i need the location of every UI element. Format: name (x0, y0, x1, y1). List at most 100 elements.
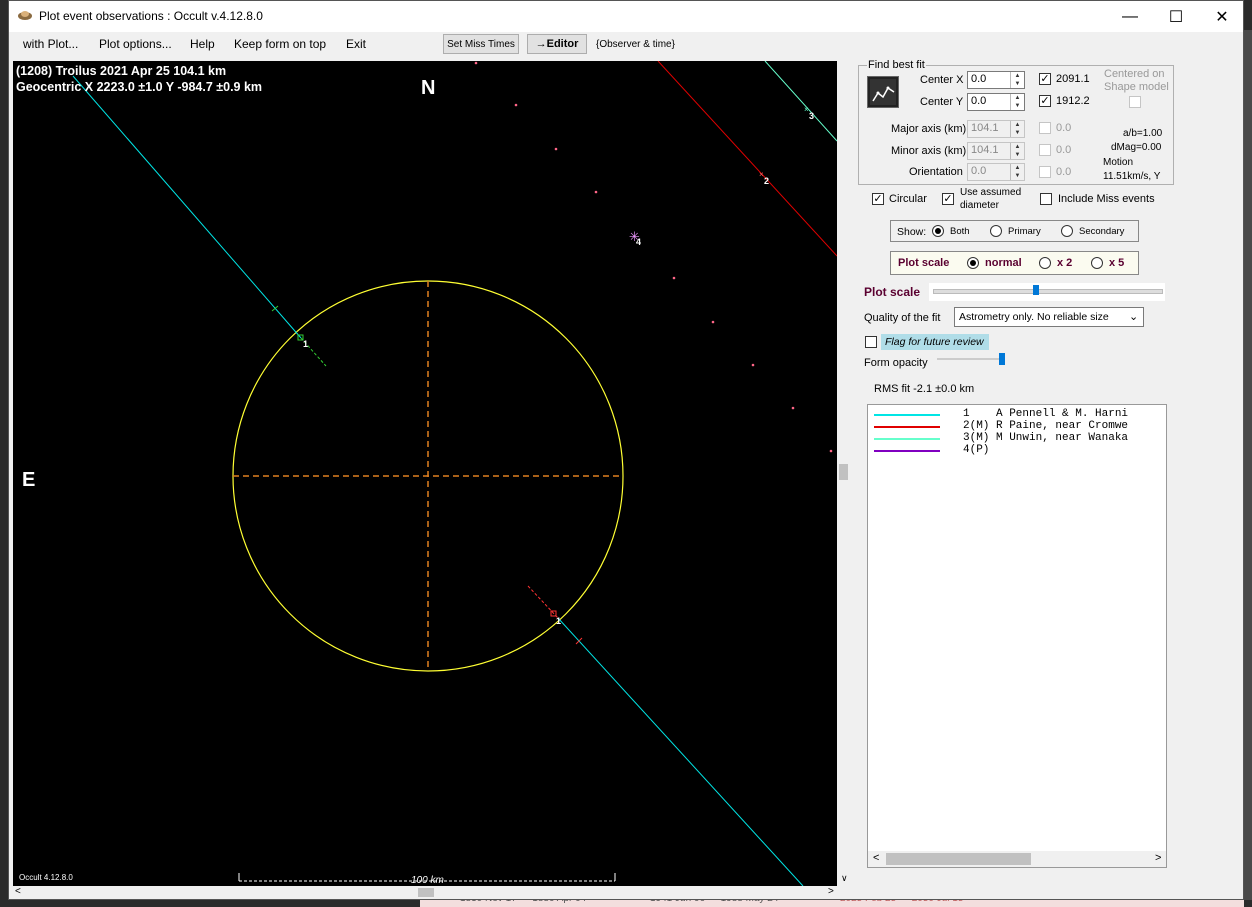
menu-with-plot[interactable]: with Plot... (23, 37, 78, 51)
checkbox-2091[interactable]: ✓ (1039, 73, 1051, 85)
miss-dot (554, 147, 558, 151)
close-button[interactable]: ✕ (1199, 1, 1245, 32)
scale-x2-radio[interactable] (1039, 257, 1051, 269)
minimize-button[interactable]: — (1107, 1, 1153, 32)
editor-button[interactable]: →Editor (527, 34, 587, 54)
flag-review-checkbox[interactable] (865, 336, 877, 348)
orientation-value: 0.0 (971, 165, 987, 177)
legend-row-4[interactable]: 4(P) (868, 444, 1166, 456)
miss-dot (594, 190, 598, 194)
best-fit-icon (870, 79, 896, 105)
scroll-right-arrow[interactable]: > (828, 886, 834, 897)
scroll-left-arrow[interactable]: < (15, 886, 21, 897)
use-assumed-label-2: diameter (960, 200, 999, 211)
plot-horizontal-scrollbar[interactable]: < > (13, 886, 837, 899)
plot-scale-slider[interactable] (929, 283, 1165, 301)
minor-axis-input[interactable]: 104.1 ▲ ▼ (967, 142, 1025, 160)
motion-label: Motion (1103, 157, 1134, 168)
label-2091: 2091.1 (1056, 73, 1090, 85)
show-primary-label: Primary (1008, 226, 1041, 237)
app-icon (18, 11, 32, 20)
legend-swatch-1 (874, 414, 940, 416)
major-axis-label: Major axis (km) (891, 123, 967, 135)
plot-header-line1: (1208) Troilus 2021 Apr 25 104.1 km (16, 64, 227, 78)
center-x-input[interactable]: 0.0 ▲ ▼ (967, 71, 1025, 89)
chord-3-line (764, 61, 837, 142)
quality-label: Quality of the fit (864, 312, 941, 324)
plot-header-line2: Geocentric X 2223.0 ±1.0 Y -984.7 ±0.9 k… (16, 80, 263, 94)
legend-swatch-3 (874, 438, 940, 440)
menu-exit[interactable]: Exit (346, 37, 366, 51)
major-axis-value: 104.1 (971, 122, 999, 134)
legend-row-1[interactable]: 1 A Pennell & M. Harni (868, 408, 1166, 420)
menu-bar: with Plot... Plot options... Help Keep f… (9, 32, 1243, 56)
plot-vertical-scrollbar-thumb[interactable] (839, 464, 848, 480)
version-label: Occult 4.12.8.0 (19, 873, 73, 882)
show-both-radio[interactable] (932, 225, 944, 237)
scale-normal-label: normal (985, 257, 1022, 269)
legend-horizontal-scrollbar[interactable]: < > (868, 851, 1166, 867)
major-axis-checkbox[interactable] (1039, 122, 1051, 134)
menu-keep-on-top[interactable]: Keep form on top (234, 37, 326, 51)
quality-dropdown[interactable]: Astrometry only. No reliable size ⌄ (954, 307, 1144, 327)
scroll-thumb[interactable] (418, 888, 434, 897)
label-1912: 1912.2 (1056, 95, 1090, 107)
scale-x5-label: x 5 (1109, 257, 1125, 269)
observer-time-label: {Observer & time} (596, 39, 675, 50)
legend-scroll-right-icon[interactable]: > (1155, 852, 1161, 864)
legend-scroll-left-icon[interactable]: < (873, 852, 879, 864)
miss-dot (672, 276, 676, 280)
centered-on-label: Centered on (1104, 68, 1165, 80)
menu-plot-options[interactable]: Plot options... (99, 37, 172, 51)
orientation-input[interactable]: 0.0 ▲ ▼ (967, 163, 1025, 181)
miss-dot (829, 449, 833, 453)
circular-checkbox[interactable]: ✓ (872, 193, 884, 205)
checkbox-1912[interactable]: ✓ (1039, 95, 1051, 107)
flag-review-label: Flag for future review (885, 336, 984, 348)
scale-bar-label: 100 km (411, 875, 444, 886)
include-miss-checkbox[interactable] (1040, 193, 1052, 205)
scale-normal-radio[interactable] (967, 257, 979, 269)
legend-swatch-2 (874, 426, 940, 428)
opacity-slider[interactable] (937, 353, 1007, 371)
chord-label-1-top: 1 (303, 339, 309, 349)
best-fit-button[interactable] (867, 76, 899, 108)
scale-x5-radio[interactable] (1091, 257, 1103, 269)
legend-row-2[interactable]: 2(M) R Paine, near Cromwe (868, 420, 1166, 432)
plot-scale-slider-thumb[interactable] (1033, 285, 1039, 295)
miss-dot (514, 103, 518, 107)
show-secondary-radio[interactable] (1061, 225, 1073, 237)
set-miss-times-button[interactable]: Set Miss Times (443, 34, 519, 54)
show-both-label: Both (950, 226, 970, 237)
minor-axis-spin-icon[interactable]: ▲ ▼ (1010, 143, 1024, 159)
legend-scroll-thumb[interactable] (886, 853, 1031, 865)
vscroll-down-arrow[interactable]: ∨ (841, 873, 848, 884)
major-axis-spin-icon[interactable]: ▲ ▼ (1010, 121, 1024, 137)
legend-row-3[interactable]: 3(M) M Unwin, near Wanaka (868, 432, 1166, 444)
include-miss-label: Include Miss events (1058, 193, 1155, 205)
legend-text-1: 1 A Pennell & M. Harni (963, 408, 1129, 420)
plot-scale-slider-track (933, 289, 1163, 294)
opacity-slider-track (937, 358, 1005, 360)
miss-dot (711, 320, 715, 324)
orientation-checkbox[interactable] (1039, 166, 1051, 178)
opacity-slider-thumb[interactable] (999, 353, 1005, 365)
show-primary-radio[interactable] (990, 225, 1002, 237)
plot-canvas[interactable]: × × ✳ (1208) Troilus 2021 Apr 25 104.1 k… (13, 61, 837, 886)
find-best-fit-label: Find best fit (867, 59, 926, 71)
use-assumed-checkbox[interactable]: ✓ (942, 193, 954, 205)
minor-axis-checkbox[interactable] (1039, 144, 1051, 156)
observer-legend-list[interactable]: 1 A Pennell & M. Harni 2(M) R Paine, nea… (867, 404, 1167, 868)
center-y-input[interactable]: 0.0 ▲ ▼ (967, 93, 1025, 111)
menu-help[interactable]: Help (190, 37, 215, 51)
title-bar: Plot event observations : Occult v.4.12.… (9, 1, 1243, 32)
show-label: Show: (897, 226, 927, 238)
orientation-label: Orientation (909, 166, 963, 178)
center-x-spin-icon[interactable]: ▲ ▼ (1010, 72, 1024, 88)
maximize-button[interactable]: ☐ (1153, 1, 1199, 32)
north-label: N (421, 77, 436, 99)
center-y-spin-icon[interactable]: ▲ ▼ (1010, 94, 1024, 110)
major-axis-input[interactable]: 104.1 ▲ ▼ (967, 120, 1025, 138)
shape-model-checkbox[interactable] (1129, 96, 1141, 108)
orientation-spin-icon[interactable]: ▲ ▼ (1010, 164, 1024, 180)
